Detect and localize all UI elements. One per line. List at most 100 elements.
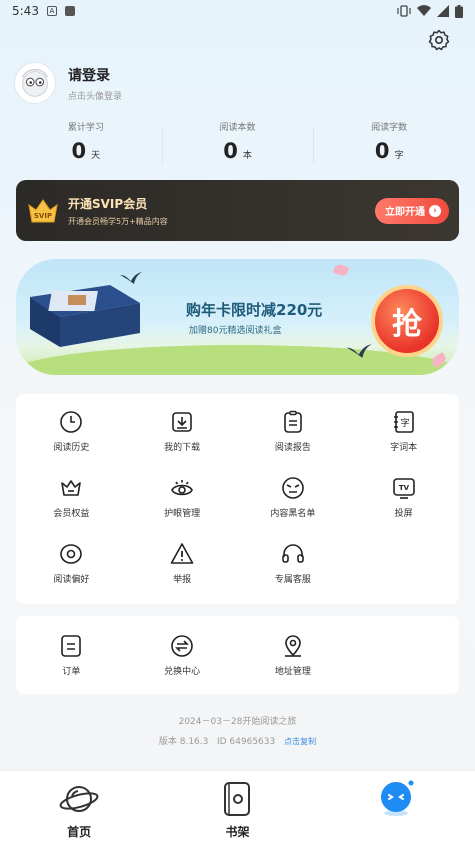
tab-profile[interactable] [317,771,475,846]
stat-words-read: 阅读字数 0 字 [313,120,465,164]
bottom-tab-bar: 首页 书架 [0,770,475,846]
stat-value: 0 [223,139,238,163]
version-text: 版本 8.16.3 [158,737,209,747]
headset-icon [282,543,304,563]
open-svip-button[interactable]: 立即开通 › [375,197,449,224]
menu-exchange-center[interactable]: 兑换中心 [127,622,238,688]
menu-customer-service[interactable]: 专属客服 [238,530,349,596]
stat-books-read: 阅读本数 0 本 [161,120,314,164]
svip-subtitle: 开通会员畅学5万+精品内容 [68,216,168,226]
menu-cast-screen[interactable]: TV 投屏 [348,464,459,530]
copy-id-link[interactable]: 点击复制 [284,737,316,746]
preference-icon [60,543,83,564]
profile-section[interactable]: 请登录 点击头像登录 [14,62,122,104]
menu-content-blacklist[interactable]: 内容黑名单 [238,464,349,530]
wifi-icon [417,5,431,17]
menu-label: 内容黑名单 [270,508,316,519]
menu-member-benefits[interactable]: 会员权益 [16,464,127,530]
crown-icon [61,479,82,496]
tab-home[interactable]: 首页 [0,771,158,846]
stat-unit: 本 [242,151,252,161]
status-time: 5:43 [12,4,39,18]
order-icon [61,634,82,657]
menu-orders[interactable]: 订单 [16,622,127,688]
menu-label: 地址管理 [274,666,311,677]
petal-decoration [332,262,350,278]
stat-label: 阅读本数 [219,123,256,133]
planet-icon [59,786,99,812]
feature-menu-card: 阅读历史 我的下载 阅读报告 字 字词本 会员权益 护眼管理 内容黑名单 TV … [16,394,459,604]
stat-label: 累计学习 [67,123,104,133]
vibrate-icon [397,5,411,17]
menu-my-downloads[interactable]: 我的下载 [127,398,238,464]
svip-card[interactable]: SVIP 开通SVIP会员 开通会员畅学5万+精品内容 立即开通 › [16,180,459,241]
location-icon [284,634,301,657]
tab-label: 首页 [67,825,92,839]
gift-box-image [30,285,140,347]
menu-report[interactable]: 举报 [127,530,238,596]
download-icon [172,411,192,432]
menu-label: 阅读报告 [274,442,311,453]
stat-study-days: 累计学习 0 天 [10,120,162,163]
exchange-icon [171,634,193,657]
reading-stats: 累计学习 0 天 阅读本数 0 本 阅读字数 0 字 [10,120,465,164]
menu-label: 会员权益 [53,508,90,519]
menu-word-book[interactable]: 字 字词本 [348,398,459,464]
version-info: 版本 8.16.3 ID 64965633 点击复制 [0,734,475,747]
promo-banner[interactable]: 购年卡限时减220元 加赠80元精选阅读礼盒 抢 [16,259,459,375]
stat-unit: 天 [91,151,101,161]
tab-label: 书架 [225,825,250,839]
open-svip-label: 立即开通 [385,207,425,218]
reading-start-date: 2024－03－28开始阅读之旅 [178,717,297,727]
avatar[interactable] [14,62,56,104]
menu-label: 护眼管理 [164,508,201,519]
menu-reading-report[interactable]: 阅读报告 [238,398,349,464]
stat-label: 阅读字数 [371,123,408,133]
report-icon [284,410,302,433]
svg-text:字: 字 [400,417,409,429]
stat-unit: 字 [394,151,404,161]
menu-label: 兑换中心 [164,666,201,677]
menu-label: 字词本 [390,442,418,453]
svip-badge-text: SVIP [34,212,52,220]
battery-icon [455,4,463,18]
menu-eye-care[interactable]: 护眼管理 [127,464,238,530]
mascot-icon [380,780,414,816]
menu-label: 我的下载 [164,442,201,453]
status-bar: 5:43 A [0,0,475,22]
menu-reading-preference[interactable]: 阅读偏好 [16,530,127,596]
tv-icon: TV [392,477,415,499]
login-subtitle: 点击头像登录 [68,91,123,102]
clock-icon [60,410,83,433]
word-book-icon: 字 [393,410,414,433]
user-id: ID 64965633 [216,737,276,747]
menu-reading-history[interactable]: 阅读历史 [16,398,127,464]
menu-label: 阅读历史 [53,442,90,453]
blacklist-icon [282,476,304,499]
bookshelf-icon [224,782,251,816]
default-avatar-icon [21,68,49,97]
notification-square-icon [64,6,75,16]
tab-bookshelf[interactable]: 书架 [158,771,316,846]
login-title[interactable]: 请登录 [68,65,122,85]
banner-subtitle: 加赠80元精选阅读礼盒 [189,326,282,336]
banner-title: 购年卡限时减220元 [186,301,323,319]
gear-icon[interactable] [427,28,451,52]
app-notification-icon: A [46,6,57,16]
warning-icon [170,542,194,564]
chevron-right-icon: › [429,204,441,217]
stat-value: 0 [71,139,87,163]
grab-button[interactable]: 抢 [371,285,443,357]
menu-label: 投屏 [394,508,413,519]
eye-icon [171,479,194,495]
svip-crown-icon: SVIP [28,198,58,222]
svip-title: 开通SVIP会员 [68,196,148,211]
service-menu-card: 订单 兑换中心 地址管理 [16,616,459,694]
swallow-icon [120,272,142,284]
menu-label: 订单 [62,666,81,677]
menu-label: 举报 [173,574,192,585]
svg-text:TV: TV [399,484,410,492]
menu-label: 专属客服 [274,574,311,585]
menu-label: 阅读偏好 [53,574,90,585]
menu-address-management[interactable]: 地址管理 [238,622,349,688]
